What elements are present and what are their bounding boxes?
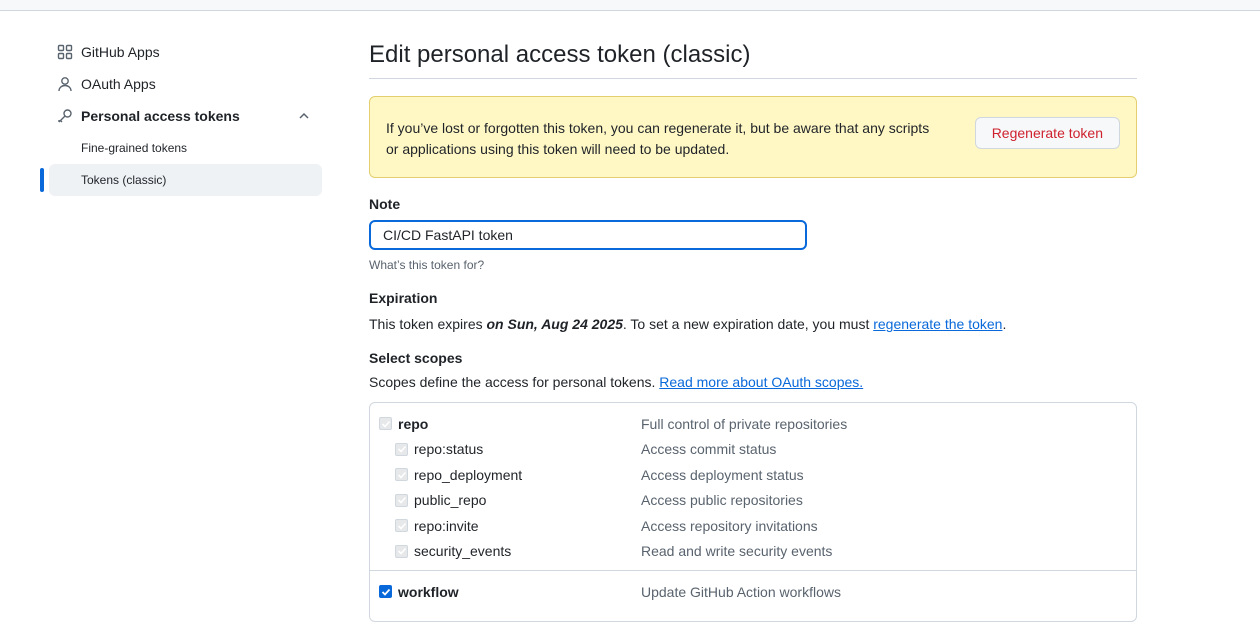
sidebar-subitem-fine-grained-tokens[interactable]: Fine-grained tokens — [49, 132, 322, 164]
regenerate-token-button[interactable]: Regenerate token — [974, 117, 1120, 149]
scopes-description: Scopes define the access for personal to… — [369, 372, 1137, 392]
sidebar-item-label: OAuth Apps — [81, 76, 156, 92]
scope-name: repo:status — [414, 441, 484, 458]
scope-row: repo:invite Access repository invitation… — [370, 513, 1136, 539]
sidebar-item-label: Personal access tokens — [81, 108, 240, 124]
flash-line-1: If you’ve lost or forgotten this token, … — [386, 120, 930, 136]
scope-row: security_events Read and write security … — [370, 539, 1136, 565]
select-scopes-label: Select scopes — [369, 350, 463, 366]
scope-group-repo: repo Full control of private repositorie… — [370, 403, 1136, 571]
scope-group-workflow: workflow Update GitHub Action workflows — [370, 571, 1136, 611]
scope-desc: Read and write security events — [641, 543, 833, 560]
scope-name: repo:invite — [414, 517, 479, 534]
expiration-middle: . To set a new expiration date, you must — [622, 316, 874, 332]
scope-checkbox-workflow[interactable] — [379, 585, 392, 598]
scope-desc: Access deployment status — [641, 466, 804, 483]
scope-desc: Full control of private repositories — [641, 415, 848, 432]
expiration-suffix: . — [1002, 316, 1007, 332]
chevron-up-icon[interactable] — [296, 108, 312, 124]
scope-row: public_repo Access public repositories — [370, 488, 1136, 514]
apps-icon — [57, 44, 73, 60]
scope-desc: Access repository invitations — [641, 517, 818, 534]
scope-checkbox-repo-invite[interactable] — [395, 519, 408, 532]
note-input[interactable] — [369, 220, 807, 250]
sidebar-item-label: GitHub Apps — [81, 44, 160, 60]
oauth-scopes-link[interactable]: Read more about OAuth scopes. — [659, 374, 863, 390]
scope-name: workflow — [398, 583, 459, 600]
scope-row: repo_deployment Access deployment status — [370, 462, 1136, 488]
scope-checkbox-repo-status[interactable] — [395, 442, 408, 456]
scope-checkbox-repo-deployment[interactable] — [395, 468, 408, 481]
expiration-text: This token expires on Sun, Aug 24 2025. … — [369, 314, 1137, 334]
scope-checkbox-repo[interactable] — [379, 417, 392, 430]
sidebar-subitem-label: Fine-grained tokens — [81, 141, 188, 155]
settings-sidebar: GitHub Apps OAuth Apps Personal access t… — [40, 36, 322, 196]
regenerate-token-link[interactable]: regenerate the token — [873, 316, 1002, 332]
active-indicator — [40, 168, 44, 192]
scopes-list: repo Full control of private repositorie… — [369, 402, 1137, 622]
sidebar-item-personal-access-tokens[interactable]: Personal access tokens — [49, 100, 322, 132]
sidebar-subitem-label: Tokens (classic) — [81, 173, 167, 187]
scopes-desc-text: Scopes define the access for personal to… — [369, 374, 660, 390]
scope-row: repo Full control of private repositorie… — [370, 411, 1136, 437]
flash-message: If you’ve lost or forgotten this token, … — [386, 118, 946, 160]
scope-name: repo_deployment — [414, 466, 523, 483]
sidebar-item-github-apps[interactable]: GitHub Apps — [49, 36, 322, 68]
scope-desc: Access commit status — [641, 441, 777, 458]
scope-desc: Update GitHub Action workflows — [641, 583, 841, 600]
note-hint: What’s this token for? — [369, 258, 485, 272]
expiration-label: Expiration — [369, 290, 438, 306]
scope-name: security_events — [414, 543, 512, 560]
scope-checkbox-security-events[interactable] — [395, 544, 408, 558]
main-content: Edit personal access token (classic) If … — [369, 36, 1137, 622]
top-bar — [0, 0, 1260, 11]
flash-line-2: or applications using this token will ne… — [386, 141, 730, 157]
person-icon — [57, 76, 73, 92]
expiration-date: on Sun, Aug 24 2025 — [486, 316, 623, 332]
scope-row: workflow Update GitHub Action workflows — [370, 579, 1136, 605]
expiration-prefix: This token expires — [369, 316, 487, 332]
scope-checkbox-public-repo[interactable] — [395, 493, 408, 507]
sidebar-item-oauth-apps[interactable]: OAuth Apps — [49, 68, 322, 100]
scope-desc: Access public repositories — [641, 492, 803, 509]
warning-flash: If you’ve lost or forgotten this token, … — [369, 96, 1137, 178]
page-title: Edit personal access token (classic) — [369, 36, 1137, 79]
scope-row: repo:status Access commit status — [370, 437, 1136, 463]
scope-name: public_repo — [414, 492, 487, 509]
note-label: Note — [369, 196, 401, 212]
sidebar-subitem-tokens-classic[interactable]: Tokens (classic) — [40, 164, 322, 196]
scope-name: repo — [398, 415, 429, 432]
key-icon — [57, 108, 73, 124]
